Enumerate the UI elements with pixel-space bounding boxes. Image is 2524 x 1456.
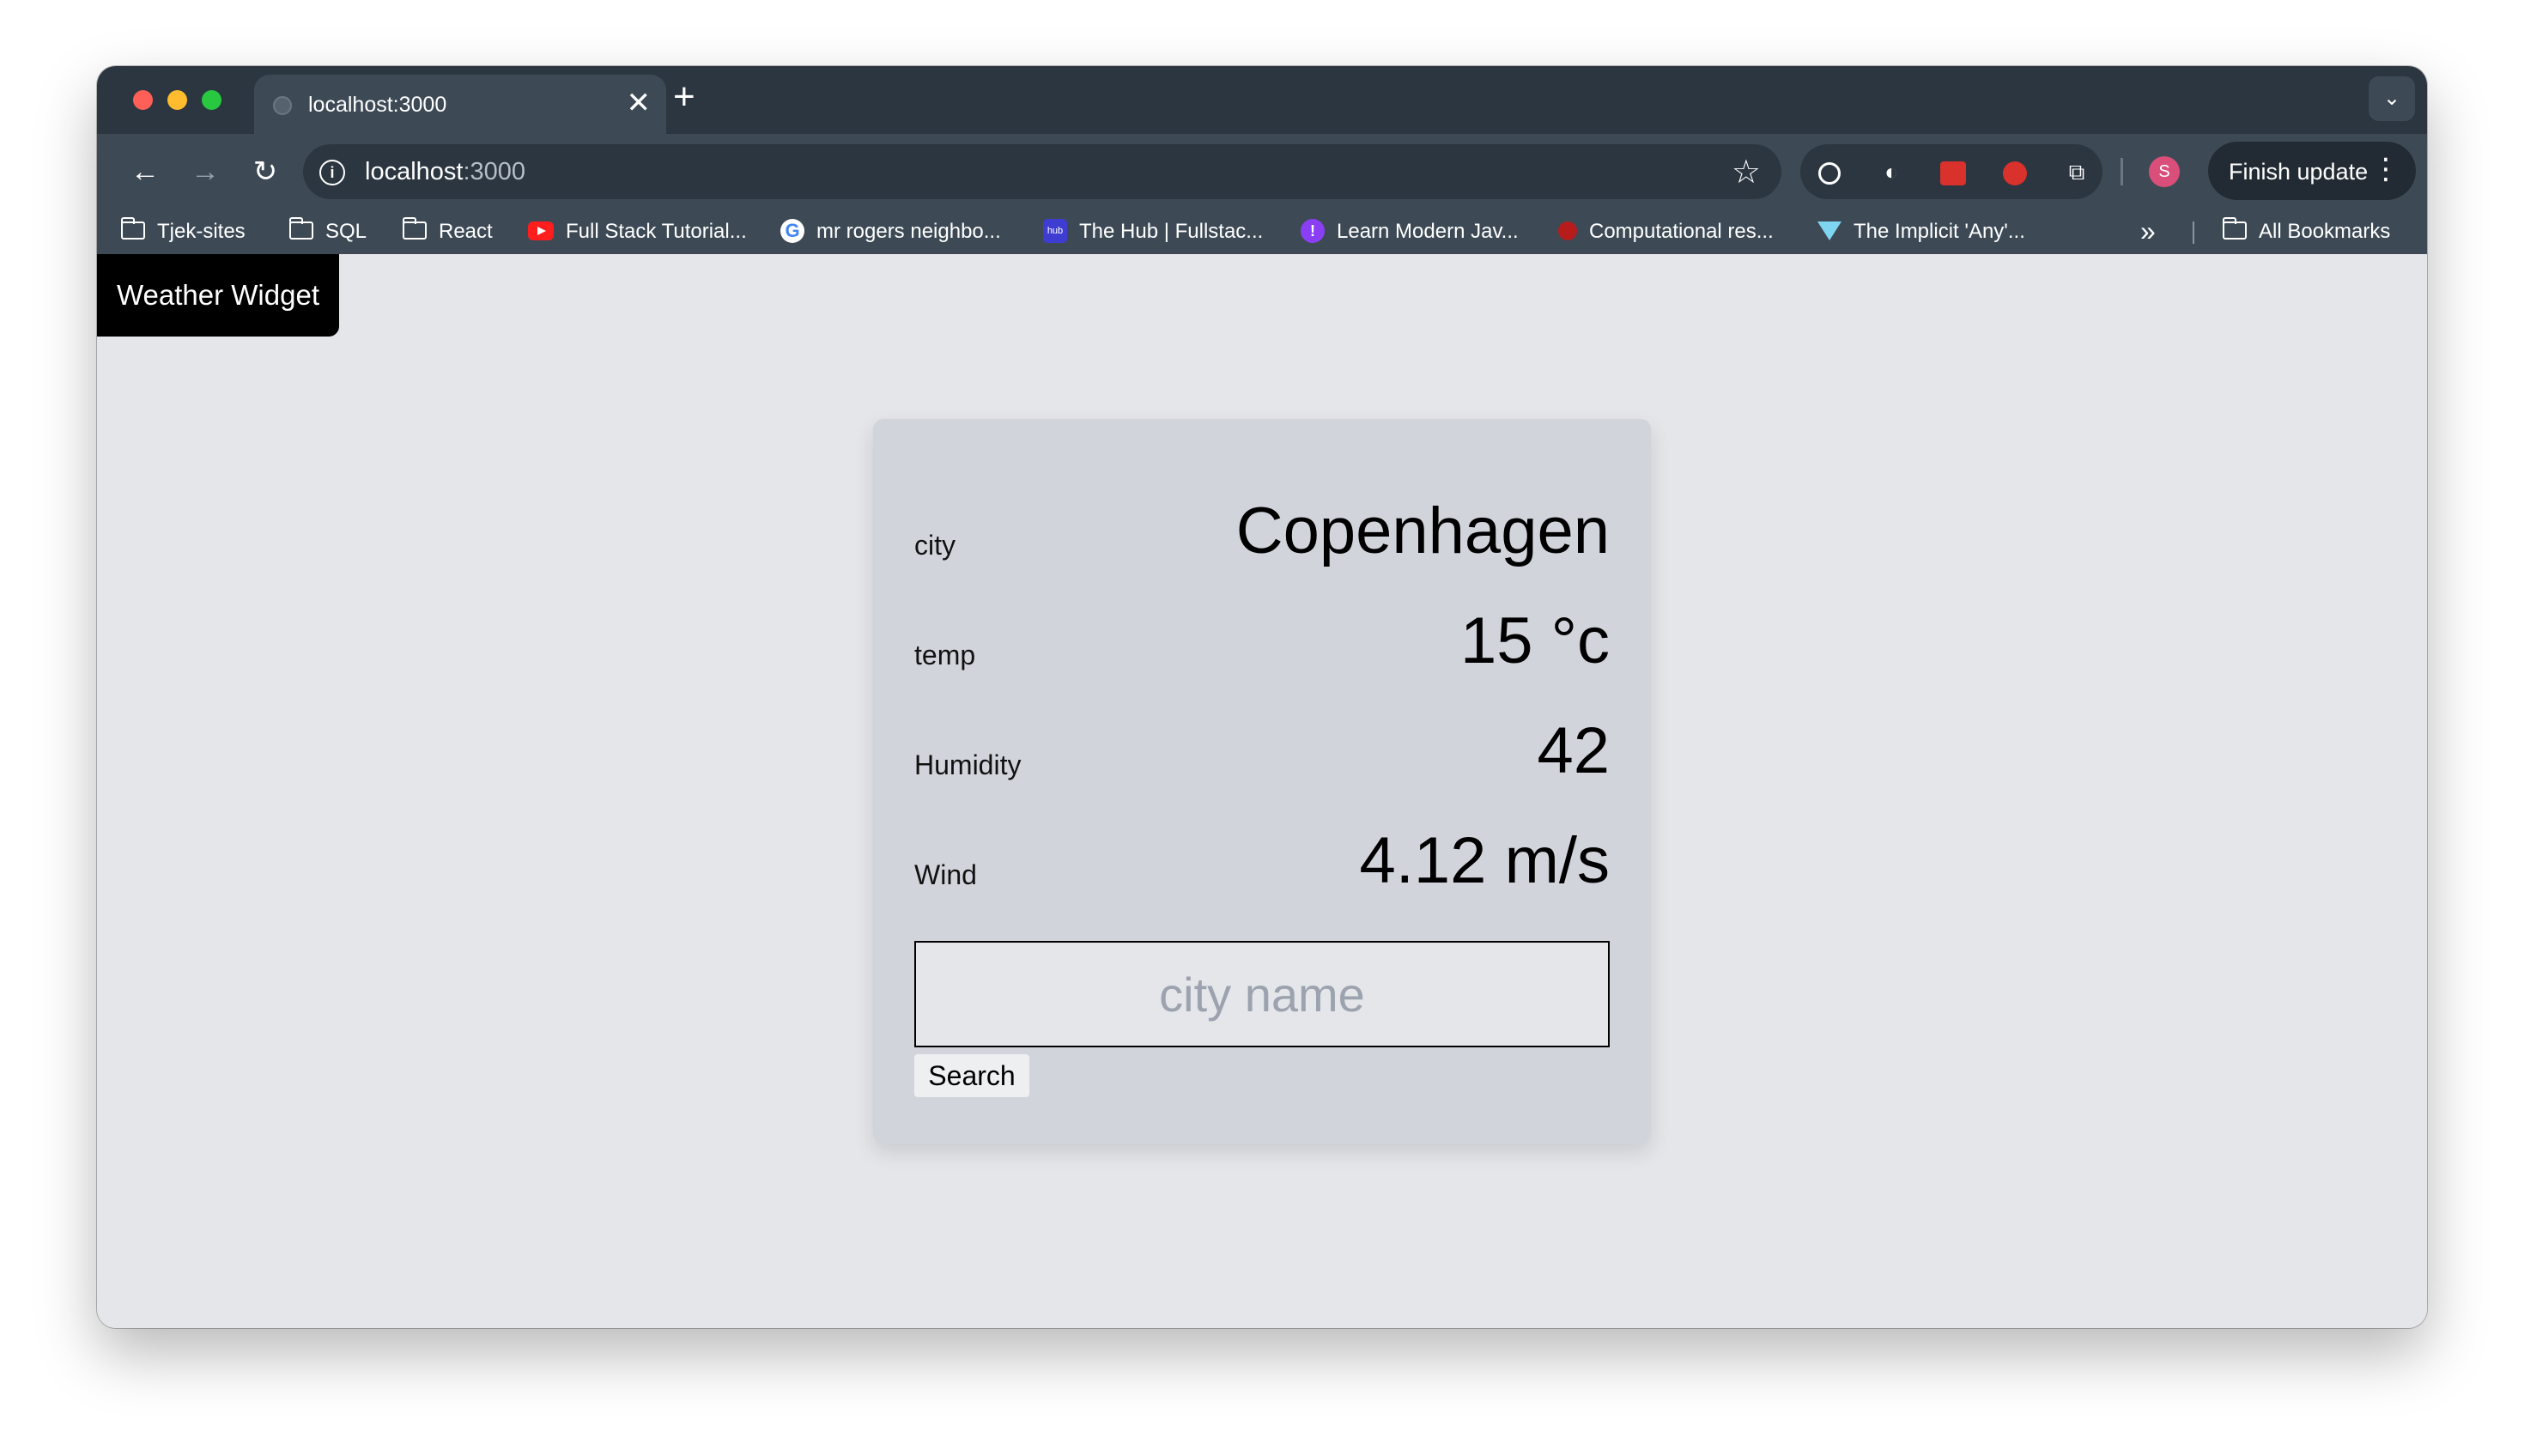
city-value: Copenhagen	[1235, 494, 1610, 567]
humidity-value: 42	[1537, 714, 1610, 787]
search-button[interactable]: Search	[914, 1054, 1029, 1097]
bookmark-label: Full Stack Tutorial...	[566, 220, 747, 243]
bookmark-learn-modern-js[interactable]: ! Learn Modern Jav...	[1301, 209, 1519, 254]
city-row: city Copenhagen	[914, 488, 1610, 573]
url-host: localhost	[365, 158, 464, 185]
finish-update-button[interactable]: Finish update ⋮	[2208, 142, 2416, 200]
url-text[interactable]: localhost:3000	[365, 158, 525, 186]
humidity-label: Humidity	[914, 749, 1022, 780]
bookmark-label: Tjek-sites	[157, 220, 246, 243]
weather-card: city Copenhagen temp 15 °c Humidity 42 W…	[873, 419, 1651, 1144]
bookmark-label: mr rogers neighbo...	[816, 220, 1001, 243]
folder-icon	[402, 217, 427, 240]
hand-blocker-icon[interactable]	[1998, 155, 2032, 189]
bookmark-label: SQL	[325, 220, 367, 243]
course-icon: !	[1301, 218, 1325, 243]
bookmarks-bar: Tjek-sites SQL React Full Stack Tutorial…	[97, 209, 2427, 254]
close-icon[interactable]: ✕	[627, 88, 652, 118]
wind-label: Wind	[914, 859, 977, 890]
address-bar[interactable]: i localhost:3000 ☆	[303, 144, 1781, 199]
globe-icon	[273, 96, 292, 115]
bookmarks-divider	[2193, 221, 2194, 244]
humidity-row: Humidity 42	[914, 707, 1610, 793]
bookmark-react[interactable]: React	[402, 209, 493, 254]
bookmark-label: Learn Modern Jav...	[1337, 220, 1519, 243]
reload-button[interactable]: ↻	[243, 149, 288, 194]
bookmark-label: Computational res...	[1589, 220, 1774, 243]
bookmarks-overflow-icon[interactable]: »	[2140, 209, 2156, 254]
extensions-group: ◐ ⧉	[1800, 144, 2102, 199]
all-bookmarks-button[interactable]: All Bookmarks	[2222, 209, 2391, 254]
minimize-window-button[interactable]	[167, 90, 187, 110]
bookmark-sql[interactable]: SQL	[288, 209, 367, 254]
vpn-icon[interactable]: ◐	[1874, 155, 1908, 189]
bookmark-label: The Hub | Fullstac...	[1079, 220, 1264, 243]
google-icon: G	[780, 218, 804, 243]
bookmark-label: React	[439, 220, 493, 243]
temp-row: temp 15 °c	[914, 598, 1610, 683]
bookmark-implicit-any[interactable]: The Implicit 'Any'...	[1817, 209, 2025, 254]
temp-value: 15 °c	[1459, 604, 1610, 677]
temp-label: temp	[914, 640, 976, 670]
gem-icon	[1817, 221, 1841, 240]
city-label: city	[914, 530, 956, 561]
bookmark-label: The Implicit 'Any'...	[1854, 220, 2025, 243]
tab-title: localhost:3000	[308, 93, 447, 117]
youtube-icon	[528, 221, 554, 240]
forward-button[interactable]: →	[183, 149, 228, 194]
city-name-input[interactable]	[914, 941, 1610, 1047]
bookmark-mr-rogers[interactable]: Gmr rogers neighbo...	[780, 209, 1001, 254]
wind-value: 4.12 m/s	[1359, 824, 1610, 897]
app-title: Weather Widget	[97, 254, 339, 337]
tab-localhost[interactable]: localhost:3000 ✕	[254, 75, 666, 134]
research-icon	[1558, 221, 1577, 240]
tab-strip: localhost:3000 ✕ + ⌄	[97, 66, 2427, 134]
bookmark-tjek-sites[interactable]: Tjek-sites	[120, 209, 246, 254]
site-info-icon[interactable]: i	[317, 156, 348, 187]
toolbar-divider	[2121, 158, 2123, 185]
folder-icon	[2222, 217, 2247, 240]
finish-update-label: Finish update	[2229, 159, 2369, 185]
page-viewport: Weather Widget city Copenhagen temp 15 °…	[97, 254, 2427, 1328]
new-tab-button[interactable]: +	[673, 78, 695, 116]
back-button[interactable]: ←	[123, 149, 167, 194]
puzzle-icon[interactable]: ⧉	[2060, 155, 2094, 189]
bookmark-full-stack-tutorial[interactable]: Full Stack Tutorial...	[528, 209, 747, 254]
more-menu-icon[interactable]: ⋮	[2371, 152, 2400, 186]
close-window-button[interactable]	[133, 90, 153, 110]
profile-avatar[interactable]: S	[2149, 156, 2180, 187]
folder-icon	[288, 217, 313, 240]
all-bookmarks-label: All Bookmarks	[2259, 220, 2391, 243]
tab-search-button[interactable]: ⌄	[2369, 76, 2415, 121]
browser-toolbar: ← → ↻ i localhost:3000 ☆ ◐ ⧉ S Finish up…	[97, 134, 2427, 209]
bookmark-the-hub[interactable]: hub The Hub | Fullstac...	[1043, 209, 1263, 254]
browser-window: localhost:3000 ✕ + ⌄ ← → ↻ i localhost:3…	[97, 66, 2427, 1328]
hub-icon: hub	[1043, 218, 1067, 243]
wind-row: Wind 4.12 m/s	[914, 817, 1610, 903]
maximize-window-button[interactable]	[202, 90, 221, 110]
target-icon[interactable]	[1812, 155, 1847, 189]
folder-icon	[120, 217, 145, 240]
mendeley-icon[interactable]	[1936, 155, 1970, 189]
bookmark-computational-res[interactable]: Computational res...	[1558, 209, 1774, 254]
url-port: :3000	[463, 158, 526, 185]
bookmark-star-icon[interactable]: ☆	[1732, 153, 1761, 191]
